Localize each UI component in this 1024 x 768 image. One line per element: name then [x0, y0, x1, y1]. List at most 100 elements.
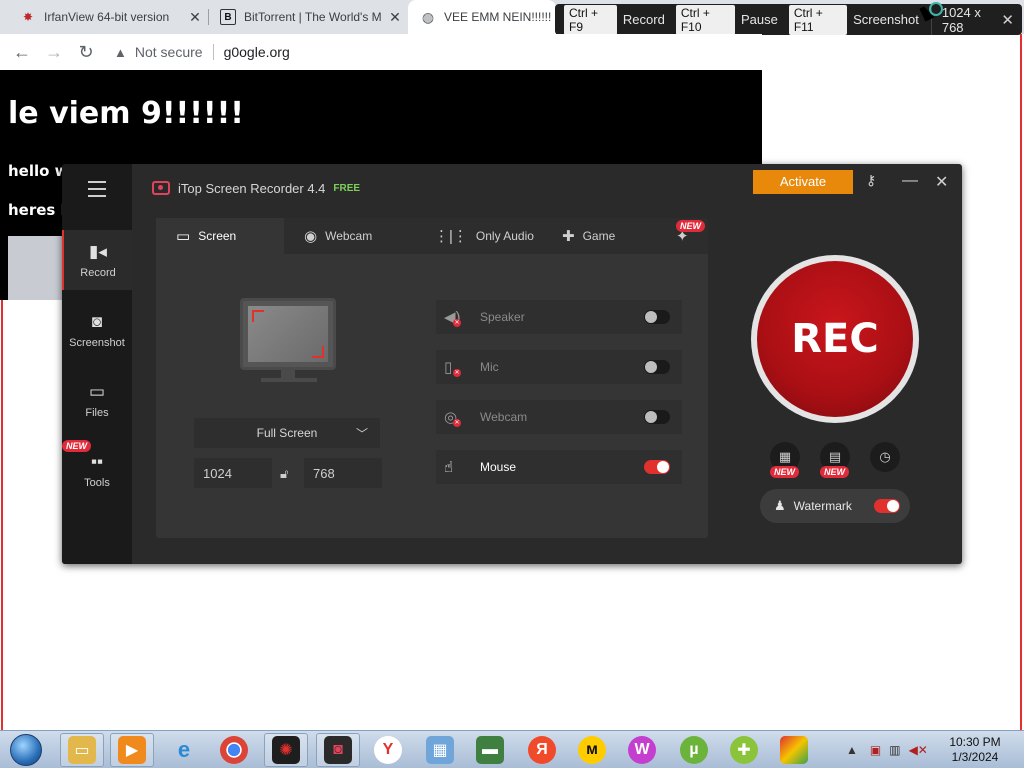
- region-corner: [252, 310, 264, 322]
- tab-webcam[interactable]: ◉ Webcam: [304, 218, 432, 254]
- back-arrow-icon[interactable]: ←: [6, 42, 38, 63]
- system-monitor-icon[interactable]: ▬: [468, 733, 512, 767]
- rec-button-label: REC: [757, 261, 913, 417]
- sidebar-item-label: Screenshot: [69, 336, 125, 349]
- yandex-music-icon[interactable]: м: [570, 733, 614, 767]
- option-webcam[interactable]: ◎ ✕ Webcam: [436, 400, 682, 434]
- rec-button[interactable]: REC: [751, 255, 919, 423]
- ie-glyph: e: [177, 737, 191, 762]
- avg-icon[interactable]: [772, 733, 816, 767]
- mode-tab-bar: ▭ Screen ◉ Webcam ⋮|⋮ Only Audio ✚ Game …: [156, 218, 708, 254]
- network-warning-icon[interactable]: ▣: [870, 743, 881, 757]
- camera-icon: ◙: [91, 311, 103, 331]
- mouse-click-icon: ☝: [444, 459, 454, 476]
- disabled-x-icon: ✕: [453, 419, 461, 427]
- security-indicator[interactable]: ▲ Not secure: [114, 44, 203, 60]
- sidebar-item-label: Files: [85, 406, 109, 419]
- tab-label: Game: [582, 229, 616, 243]
- explorer-icon[interactable]: ▭: [60, 733, 104, 767]
- capture-border: [1, 300, 3, 730]
- browser-tab-bittorrent[interactable]: B BitTorrent | The World's M ✕: [208, 0, 406, 34]
- new-badge: NEW: [770, 466, 799, 478]
- watermark-control[interactable]: ♟ Watermark: [760, 489, 910, 523]
- tab-only-audio[interactable]: ⋮|⋮ Only Audio: [434, 218, 562, 254]
- utorrent-icon[interactable]: µ: [672, 733, 716, 767]
- sidebar-item-label: Tools: [84, 476, 110, 489]
- height-input[interactable]: 768: [304, 458, 382, 488]
- chevron-down-icon: ﹀: [355, 427, 368, 441]
- sidebar-item-files[interactable]: ▭ Files: [62, 370, 132, 430]
- toggle-knob: [645, 311, 657, 323]
- speaker-toggle[interactable]: [644, 310, 670, 324]
- page-image: [8, 236, 64, 300]
- wps-icon[interactable]: W: [620, 733, 664, 767]
- tab-screen[interactable]: ▭ Screen: [156, 218, 284, 254]
- chrome-icon[interactable]: [212, 733, 256, 767]
- yandex-browser-icon[interactable]: Y: [366, 733, 410, 767]
- address-bar-url[interactable]: g0ogle.org: [224, 44, 290, 60]
- music-glyph: м: [578, 736, 606, 764]
- yandex-icon[interactable]: Я: [520, 733, 564, 767]
- screenshot-hotkey: Ctrl + F11: [788, 4, 848, 35]
- forward-arrow-icon[interactable]: →: [38, 42, 70, 63]
- media-player-icon[interactable]: ▶: [110, 733, 154, 767]
- close-icon[interactable]: ✕: [1001, 11, 1014, 29]
- recorder-hotkey-bar: Ctrl + F9 Record Ctrl + F10 Pause Ctrl +…: [555, 4, 1022, 35]
- tray-expand-icon[interactable]: ▲: [846, 743, 858, 757]
- option-label: Mouse: [480, 460, 517, 474]
- disabled-x-icon: ✕: [453, 319, 461, 327]
- yandex-glyph: Y: [374, 736, 402, 764]
- itop-glyph: ✺: [272, 736, 300, 764]
- recorder-glyph: ◙: [324, 736, 352, 764]
- sidebar-item-screenshot[interactable]: ◙ Screenshot: [62, 300, 132, 360]
- folder-glyph: ▭: [68, 736, 96, 764]
- volume-muted-icon[interactable]: ◀✕: [909, 743, 928, 757]
- installer-icon[interactable]: ✚: [722, 733, 766, 767]
- region-mode-select[interactable]: Full Screen ﹀: [194, 418, 380, 448]
- activate-button[interactable]: Activate: [753, 170, 853, 194]
- windows-logo-icon: [10, 734, 42, 766]
- record-panel: ▭ Screen ◉ Webcam ⋮|⋮ Only Audio ✚ Game …: [156, 218, 708, 538]
- screen-preview-display: [248, 306, 328, 362]
- close-icon[interactable]: ✕: [935, 172, 948, 192]
- close-icon[interactable]: ✕: [384, 9, 406, 26]
- width-input[interactable]: 1024: [194, 458, 272, 488]
- option-mic[interactable]: ▯ ✕ Mic: [436, 350, 682, 384]
- panel-glyph: ▦: [426, 736, 454, 764]
- option-mouse[interactable]: ☝ Mouse: [436, 450, 682, 484]
- sidebar-item-record[interactable]: ▮◂ Record: [62, 230, 132, 290]
- hamburger-menu-icon[interactable]: [88, 181, 106, 202]
- mouse-toggle[interactable]: [644, 460, 670, 474]
- watermark-toggle[interactable]: [874, 499, 900, 513]
- minimize-icon[interactable]: —: [902, 172, 918, 190]
- app-title: iTop Screen Recorder 4.4: [178, 180, 326, 196]
- close-icon[interactable]: ✕: [184, 9, 206, 26]
- screenshot-hotkey-label: Screenshot: [853, 12, 919, 27]
- battery-icon[interactable]: ▥: [889, 743, 900, 757]
- screen-preview[interactable]: [240, 298, 336, 382]
- taskbar: ▭ ▶ e ✺ ◙ Y ▦ ▬ Я м W µ ✚ ▲ ▣ ▥ ◀✕ 10:30…: [0, 730, 1024, 768]
- webcam-toggle[interactable]: [644, 410, 670, 424]
- audio-wave-icon: ⋮|⋮: [434, 228, 468, 245]
- reload-icon[interactable]: ↻: [70, 42, 102, 63]
- start-button[interactable]: [4, 732, 48, 768]
- itop-icon[interactable]: ✺: [264, 733, 308, 767]
- key-icon[interactable]: ⚷: [866, 172, 876, 189]
- browser-tab-active[interactable]: ◍ VEE EMM NEIN!!!!!!: [408, 0, 556, 34]
- bittorrent-icon: B: [220, 9, 236, 25]
- warning-triangle-icon: ▲: [114, 44, 127, 60]
- timer-icon[interactable]: ◷: [870, 442, 900, 472]
- browser-tab-irfanview[interactable]: ✸ IrfanView 64-bit version ✕: [8, 0, 206, 34]
- tab-game[interactable]: ✚ Game: [562, 218, 662, 254]
- page-heading: le viem 9!!!!!!: [8, 96, 244, 131]
- toggle-knob: [645, 361, 657, 373]
- taskbar-clock[interactable]: 10:30 PM 1/3/2024: [940, 735, 1010, 765]
- unlock-icon[interactable]: 🔓︎: [280, 466, 288, 482]
- mic-toggle[interactable]: [644, 360, 670, 374]
- option-speaker[interactable]: ◀) ✕ Speaker: [436, 300, 682, 334]
- control-panel-icon[interactable]: ▦: [418, 733, 462, 767]
- internet-explorer-icon[interactable]: e: [162, 733, 206, 767]
- capture-border: [1020, 34, 1022, 730]
- itop-recorder-icon[interactable]: ◙: [316, 733, 360, 767]
- security-label: Not secure: [134, 44, 203, 60]
